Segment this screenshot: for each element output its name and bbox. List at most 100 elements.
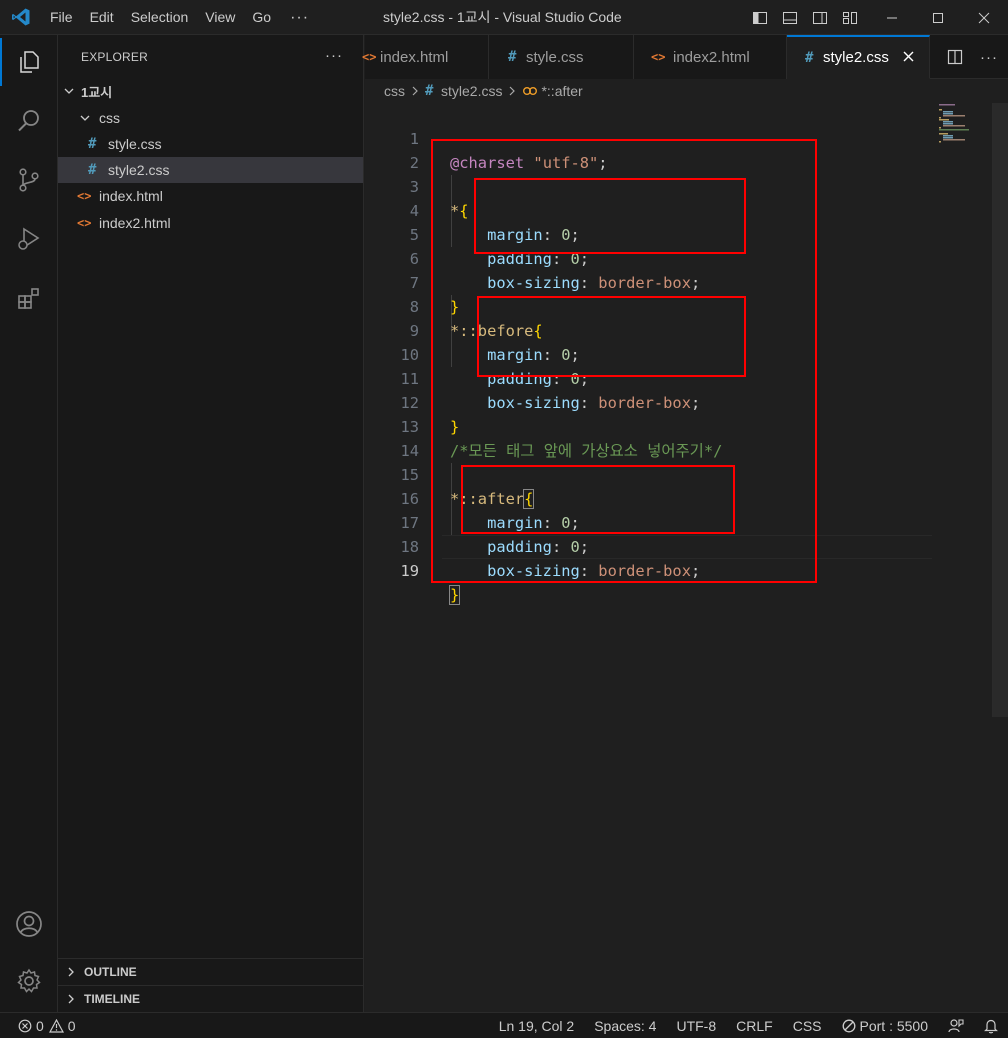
warning-icon (48, 1019, 64, 1033)
html-icon: <> (651, 50, 666, 64)
outline-label: OUTLINE (84, 964, 137, 979)
language-mode[interactable]: CSS (783, 1018, 832, 1034)
css-hash-icon: # (88, 162, 97, 178)
file-style-css[interactable]: # style.css (58, 131, 363, 157)
html-icon: <> (362, 50, 377, 64)
more-actions-button[interactable]: ··· (970, 49, 1008, 66)
symbol-selector-icon (523, 87, 538, 95)
menu-more-button[interactable]: ··· (280, 0, 319, 35)
warning-count: 0 (67, 1018, 76, 1034)
toggle-panel-icon[interactable] (778, 0, 802, 35)
close-tab-icon[interactable] (903, 49, 914, 67)
tab-style2-css[interactable]: # style2.css (787, 35, 930, 79)
chevron-right-icon (510, 86, 516, 96)
port-label: Port : 5500 (859, 1018, 929, 1034)
error-icon (18, 1019, 32, 1033)
css-hash-icon: # (425, 83, 434, 99)
file-label: index2.html (99, 215, 171, 231)
chevron-right-icon (68, 994, 74, 1003)
cursor-position[interactable]: Ln 19, Col 2 (489, 1018, 585, 1034)
customize-layout-icon[interactable] (838, 0, 862, 35)
menu-go[interactable]: Go (244, 0, 280, 35)
eol-status[interactable]: CRLF (726, 1018, 783, 1034)
tab-label: style.css (526, 48, 584, 66)
breadcrumb-folder[interactable]: css (384, 83, 405, 99)
source-control-icon[interactable] (0, 153, 58, 207)
chevron-right-icon (412, 86, 418, 96)
outline-section[interactable]: OUTLINE (58, 958, 363, 984)
close-window-icon[interactable] (961, 0, 1007, 35)
minimap[interactable] (937, 103, 991, 163)
accounts-icon[interactable] (0, 897, 58, 951)
tab-label: index.html (380, 48, 449, 66)
indentation-status[interactable]: Spaces: 4 (584, 1018, 666, 1034)
tab-style-css[interactable]: # style.css (489, 35, 634, 79)
run-debug-icon[interactable] (0, 212, 58, 266)
chevron-right-icon (68, 967, 74, 976)
vertical-scrollbar[interactable] (992, 103, 1008, 717)
error-count: 0 (36, 1018, 44, 1034)
file-label: style.css (108, 136, 162, 152)
timeline-section[interactable]: TIMELINE (58, 985, 363, 1011)
editor-actions: ··· (940, 35, 1008, 79)
toggle-primary-sidebar-icon[interactable] (748, 0, 772, 35)
window-title: style2.css - 1교시 - Visual Studio Code (383, 9, 622, 25)
line-number: 19 (400, 562, 419, 580)
html-icon: <> (77, 216, 92, 230)
activity-bar (0, 35, 58, 1012)
feedback-icon[interactable] (938, 1018, 974, 1034)
menu-view[interactable]: View (197, 0, 244, 35)
menu-selection[interactable]: Selection (123, 0, 198, 35)
explorer-icon[interactable] (0, 35, 58, 89)
file-label: style2.css (108, 162, 170, 178)
tab-index-html[interactable]: <> index.html (362, 35, 489, 79)
split-editor-icon[interactable] (940, 49, 970, 65)
minimize-icon[interactable] (869, 0, 915, 35)
notifications-bell-icon[interactable] (974, 1018, 1008, 1034)
settings-gear-icon[interactable] (0, 954, 58, 1008)
menu-bar: File Edit Selection View Go ··· (42, 0, 319, 35)
annotation-box-rule2 (477, 296, 746, 377)
file-index-html[interactable]: <> index.html (58, 183, 363, 209)
explorer-title: EXPLORER (81, 50, 148, 64)
breadcrumb-file[interactable]: style2.css (441, 83, 502, 99)
html-icon: <> (77, 189, 92, 203)
tab-label: index2.html (673, 48, 750, 66)
breadcrumb-symbol[interactable]: *::after (541, 83, 582, 99)
chevron-down-icon (80, 115, 90, 121)
css-hash-icon: # (508, 49, 517, 65)
extensions-icon[interactable] (0, 271, 58, 325)
title-bar: File Edit Selection View Go ··· style2.c… (0, 0, 1008, 35)
problems-indicator[interactable]: 0 0 (18, 1013, 76, 1038)
folder-root-label: 1교시 (81, 84, 113, 100)
explorer-header: EXPLORER ··· (58, 35, 363, 79)
toggle-secondary-sidebar-icon[interactable] (808, 0, 832, 35)
annotation-box-rule1 (474, 178, 746, 254)
editor-tabs: <> index.html # style.css <> index2.html… (362, 35, 1008, 79)
menu-file[interactable]: File (42, 0, 82, 35)
code-line: 1 @charset "utf-8"; (365, 103, 932, 172)
search-icon[interactable] (0, 94, 58, 148)
explorer-more-actions-button[interactable]: ··· (325, 47, 343, 64)
file-label: index.html (99, 188, 163, 204)
status-bar: 0 0 Ln 19, Col 2 Spaces: 4 UTF-8 CRLF CS… (0, 1012, 1008, 1038)
file-style2-css[interactable]: # style2.css (58, 157, 363, 183)
folder-css-label: css (99, 110, 120, 126)
css-hash-icon: # (805, 49, 814, 66)
folder-css[interactable]: css (58, 105, 363, 131)
circle-slash-icon (842, 1019, 855, 1033)
vscode-logo-icon (0, 0, 42, 35)
maximize-icon[interactable] (915, 0, 961, 35)
status-bar-right: Ln 19, Col 2 Spaces: 4 UTF-8 CRLF CSS Po… (489, 1013, 1008, 1038)
brace-token: } (448, 585, 461, 605)
explorer-sidebar: EXPLORER ··· 1교시 css # style.css # style… (58, 35, 364, 1012)
code-editor[interactable]: 1 @charset "utf-8"; 2 3 *{ 4 margin: 0; … (365, 103, 1008, 1012)
tab-index2-html[interactable]: <> index2.html (634, 35, 787, 79)
menu-edit[interactable]: Edit (82, 0, 123, 35)
file-index2-html[interactable]: <> index2.html (58, 210, 363, 236)
folder-root[interactable]: 1교시 (58, 78, 363, 104)
encoding-status[interactable]: UTF-8 (666, 1018, 726, 1034)
live-server-port[interactable]: Port : 5500 (832, 1018, 939, 1034)
annotation-box-rule3 (461, 465, 735, 534)
timeline-label: TIMELINE (84, 991, 140, 1006)
